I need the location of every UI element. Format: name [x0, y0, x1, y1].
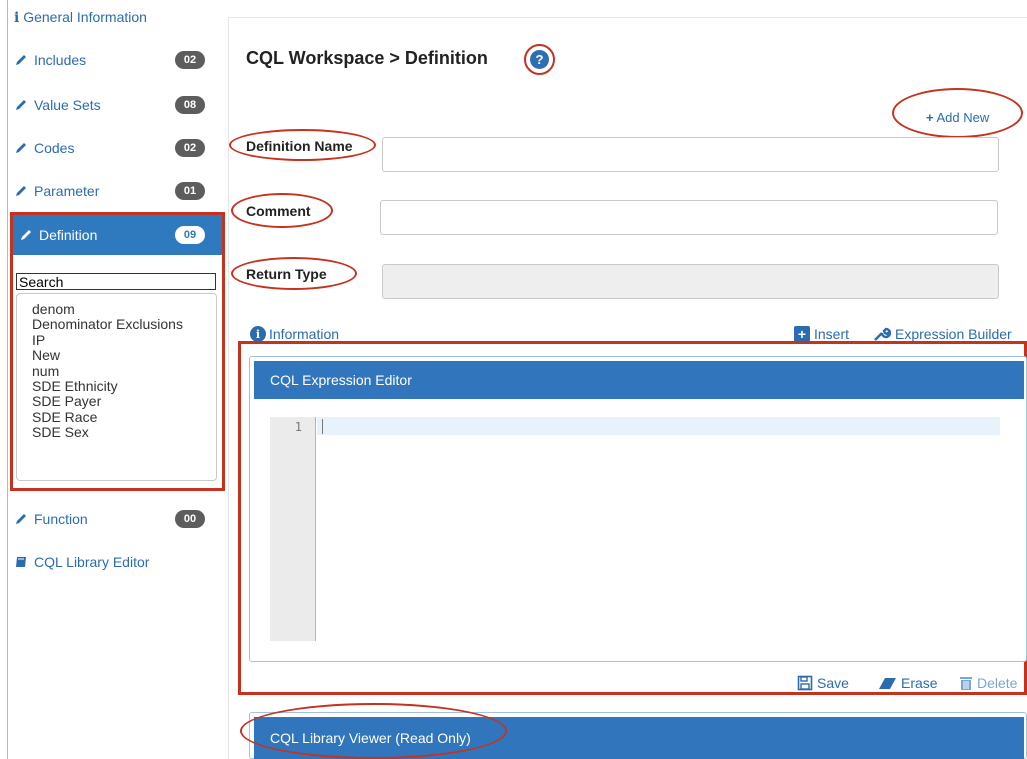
trash-icon — [960, 677, 972, 690]
definition-name-label: Definition Name — [246, 138, 353, 154]
sidebar-item-label: Value Sets — [34, 97, 101, 113]
text-cursor — [322, 419, 323, 434]
count-badge: 01 — [175, 182, 205, 200]
line-number-gutter — [270, 417, 316, 641]
sidebar-item-label: Includes — [34, 52, 87, 68]
information-link[interactable]: i Information — [250, 326, 339, 342]
comment-field[interactable] — [380, 200, 998, 235]
erase-label: Erase — [901, 675, 938, 691]
list-item[interactable]: SDE Sex — [32, 424, 216, 440]
code-editor-line[interactable] — [317, 417, 1000, 435]
pencil-icon — [16, 514, 26, 524]
expression-builder-button[interactable]: Expression Builder — [873, 326, 1012, 342]
list-item[interactable]: num — [32, 363, 216, 379]
sidebar-item-label: Function — [34, 511, 88, 527]
list-item[interactable]: IP — [32, 332, 216, 348]
sidebar-item-label: General Information — [23, 9, 147, 25]
list-item[interactable]: Denominator Exclusions — [32, 316, 216, 332]
count-badge: 00 — [175, 510, 205, 528]
count-badge: 09 — [175, 226, 205, 244]
pencil-icon — [16, 100, 26, 110]
sidebar-item-parameter[interactable]: Parameter 01 — [8, 172, 221, 210]
sidebar-item-label: Definition — [39, 227, 98, 243]
wrench-icon — [874, 327, 891, 341]
help-icon[interactable]: ? — [530, 50, 549, 69]
return-type-field — [382, 264, 999, 299]
expression-builder-label: Expression Builder — [895, 326, 1012, 342]
insert-label: Insert — [814, 326, 850, 342]
sidebar-item-label: Codes — [34, 140, 75, 156]
sidebar-item-function[interactable]: Function 00 — [8, 500, 221, 538]
list-item[interactable]: SDE Race — [32, 409, 216, 425]
definition-search-input[interactable] — [16, 273, 216, 290]
delete-button[interactable]: Delete — [959, 675, 1017, 691]
add-new-button[interactable]: + Add New — [926, 110, 989, 125]
annotation-circle — [240, 703, 507, 759]
save-label: Save — [817, 675, 849, 691]
definition-list[interactable]: denom Denominator Exclusions IP New num … — [16, 293, 217, 481]
pencil-icon — [16, 186, 26, 196]
sidebar-item-definition[interactable]: Definition 09 — [13, 215, 222, 255]
sidebar-item-includes[interactable]: Includes 02 — [8, 41, 221, 79]
plus-icon: + — [926, 110, 934, 125]
count-badge: 02 — [175, 139, 205, 157]
erase-button[interactable]: Erase — [875, 675, 938, 691]
page-title: CQL Workspace > Definition — [246, 48, 488, 68]
sidebar-item-codes[interactable]: Codes 02 — [8, 129, 221, 167]
comment-label: Comment — [246, 203, 311, 219]
book-icon — [16, 557, 26, 567]
cql-expression-editor-panel — [249, 356, 1027, 662]
definition-name-field[interactable] — [382, 137, 999, 172]
list-item[interactable]: SDE Ethnicity — [32, 378, 216, 394]
list-item[interactable]: New — [32, 347, 216, 363]
sidebar-item-cql-library-editor[interactable]: CQL Library Editor — [8, 543, 221, 581]
floppy-icon — [797, 675, 813, 691]
count-badge: 02 — [175, 51, 205, 69]
count-badge: 08 — [175, 96, 205, 114]
list-item[interactable]: denom — [32, 301, 216, 317]
pencil-icon — [16, 143, 26, 153]
information-label: Information — [269, 326, 340, 342]
pencil-icon — [16, 55, 26, 65]
insert-button[interactable]: + Insert — [794, 326, 849, 342]
eraser-icon — [879, 678, 896, 689]
sidebar-item-general-information[interactable]: i General Information — [14, 9, 147, 26]
delete-label: Delete — [977, 675, 1018, 691]
info-circle-icon: i — [250, 326, 266, 342]
pencil-icon — [21, 230, 31, 240]
sidebar-item-value-sets[interactable]: Value Sets 08 — [8, 86, 221, 124]
save-button[interactable]: Save — [797, 675, 849, 691]
line-number: 1 — [294, 420, 302, 434]
list-item[interactable]: SDE Payer — [32, 394, 216, 410]
editor-header: CQL Expression Editor — [254, 361, 1024, 399]
add-new-label: Add New — [936, 110, 990, 125]
sidebar-item-label: Parameter — [34, 183, 100, 199]
info-icon: i — [14, 10, 20, 26]
plus-square-icon: + — [794, 326, 810, 342]
return-type-label: Return Type — [246, 266, 327, 282]
sidebar-item-label: CQL Library Editor — [34, 554, 150, 570]
